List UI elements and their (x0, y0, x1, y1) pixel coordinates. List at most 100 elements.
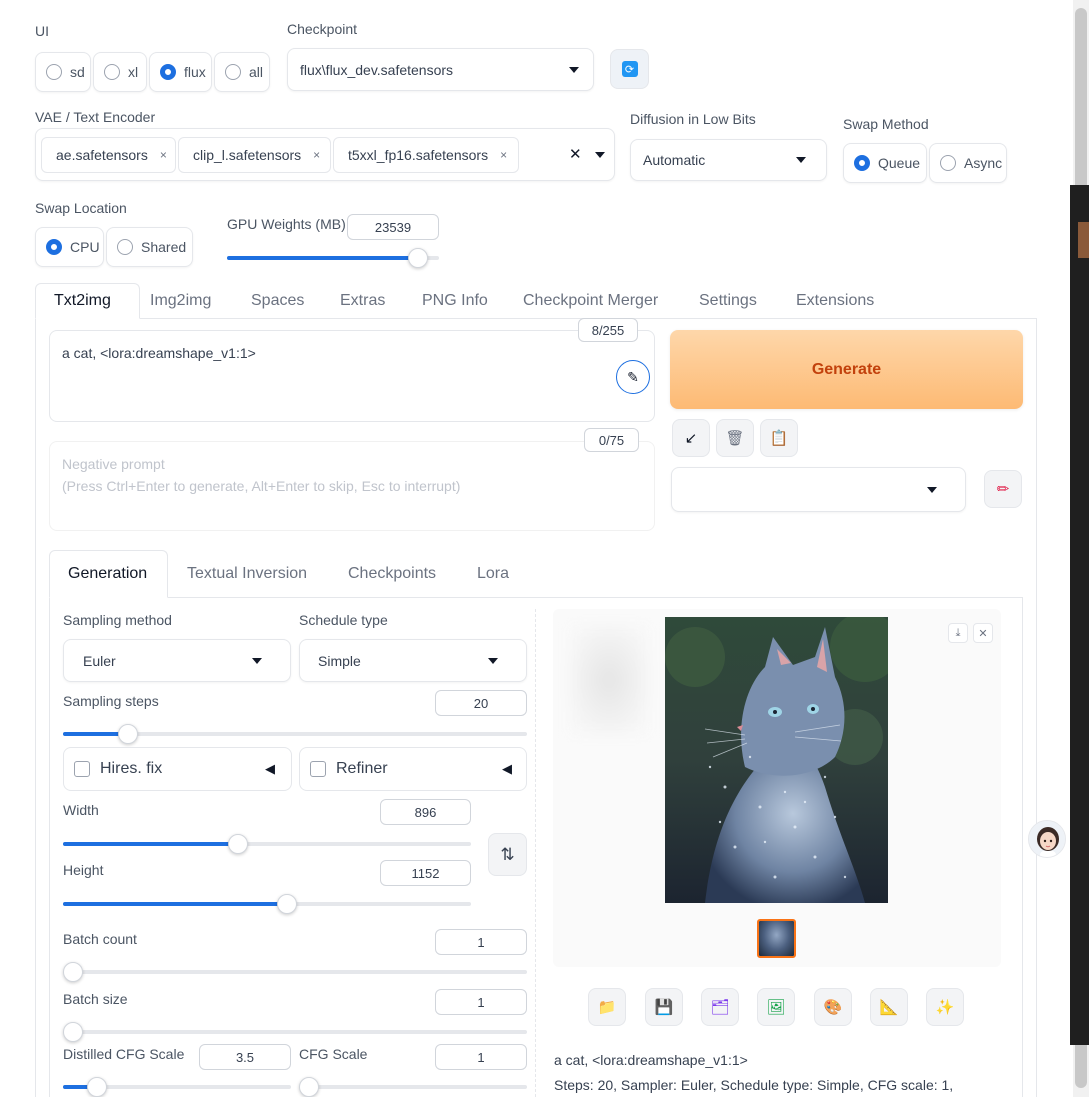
open-folder-button[interactable]: 📁 (588, 988, 626, 1026)
output-image[interactable] (665, 617, 888, 903)
cfg-scale-slider[interactable] (299, 1077, 527, 1097)
negative-prompt-placeholder: Negative prompt (62, 456, 165, 472)
height-input[interactable]: 1152 (380, 860, 471, 886)
save-button[interactable]: 💾 (645, 988, 683, 1026)
magic-wand-icon[interactable]: ✎ (616, 360, 650, 394)
refiner-checkbox[interactable] (310, 761, 326, 777)
paste-button[interactable]: 📋 (760, 419, 798, 457)
output-info-params: Steps: 20, Sampler: Euler, Schedule type… (554, 1077, 954, 1093)
tab-extensions[interactable]: Extensions (796, 292, 874, 310)
ui-option-flux[interactable]: flux (149, 52, 212, 92)
close-icon[interactable]: × (313, 148, 320, 162)
gallery-thumbnail[interactable] (757, 919, 796, 958)
send-to-inpaint-button[interactable]: 🎨 (814, 988, 852, 1026)
tab-settings[interactable]: Settings (699, 292, 757, 310)
hires-fix-checkbox[interactable] (74, 761, 90, 777)
sampling-steps-input[interactable]: 20 (435, 690, 527, 716)
schedule-type-dropdown[interactable]: Simple (299, 639, 527, 682)
distilled-cfg-slider-thumb[interactable] (87, 1077, 107, 1097)
ui-option-all[interactable]: all (214, 52, 270, 92)
save-zip-button[interactable]: 🗂 (701, 988, 739, 1026)
tab-extras[interactable]: Extras (340, 292, 385, 310)
swap-dimensions-button[interactable]: ⇅ (488, 833, 527, 876)
ui-option-xl[interactable]: xl (93, 52, 147, 92)
image-icon: 🖼 (766, 998, 786, 1016)
tab-checkpoint-merger[interactable]: Checkpoint Merger (523, 292, 658, 310)
width-input[interactable]: 896 (380, 799, 471, 825)
batch-size-input[interactable]: 1 (435, 989, 527, 1015)
diffusion-low-bits-dropdown[interactable]: Automatic (630, 139, 827, 181)
tab-checkpoints[interactable]: Checkpoints (348, 565, 436, 583)
tab-img2img[interactable]: Img2img (150, 292, 211, 310)
gpu-weights-slider-thumb[interactable] (408, 248, 428, 268)
archive-icon: 🗂 (710, 998, 730, 1016)
swap-method-option-queue[interactable]: Queue (843, 143, 927, 183)
tab-png-info[interactable]: PNG Info (422, 292, 488, 310)
sampling-method-dropdown[interactable]: Euler (63, 639, 291, 682)
refresh-icon: ⟳ (621, 61, 638, 77)
gpu-weights-slider[interactable] (227, 248, 439, 268)
prompt-token-counter: 8/255 (578, 318, 638, 342)
send-to-img2img-button[interactable]: 🖼 (757, 988, 795, 1026)
gpu-weights-input[interactable]: 23539 (347, 214, 439, 240)
read-params-button[interactable]: ↙ (672, 419, 710, 457)
close-icon[interactable]: × (500, 148, 507, 162)
tab-textual-inversion[interactable]: Textual Inversion (187, 565, 307, 583)
collapse-arrow-icon[interactable]: ◀ (265, 761, 275, 777)
send-to-extras-button[interactable]: 📐 (870, 988, 908, 1026)
batch-size-slider[interactable] (63, 1022, 527, 1042)
close-icon[interactable]: × (160, 148, 167, 162)
ui-option-sd[interactable]: sd (35, 52, 91, 92)
height-slider-thumb[interactable] (277, 894, 297, 914)
styles-dropdown[interactable] (671, 467, 966, 512)
batch-count-slider-thumb[interactable] (63, 962, 83, 982)
ui-option-label: all (249, 64, 264, 80)
negative-prompt-token-counter: 0/75 (584, 428, 639, 452)
cfg-scale-label: CFG Scale (299, 1046, 368, 1062)
tab-spaces[interactable]: Spaces (251, 292, 304, 310)
radio-selected-icon (160, 64, 176, 80)
distilled-cfg-slider[interactable] (63, 1077, 291, 1097)
cfg-scale-slider-thumb[interactable] (299, 1077, 319, 1097)
prompt-textarea[interactable]: a cat, <lora:dreamshape_v1:1> (49, 330, 655, 422)
chevron-down-icon[interactable] (595, 152, 605, 158)
swap-method-option-async[interactable]: Async (929, 143, 1007, 183)
diffusion-low-bits-label: Diffusion in Low Bits (630, 111, 756, 127)
vae-chip[interactable]: clip_l.safetensors × (178, 137, 331, 173)
hires-fix-accordion[interactable]: Hires. fix ◀ (63, 747, 292, 791)
negative-prompt-textarea[interactable]: Negative prompt (Press Ctrl+Enter to gen… (49, 441, 655, 531)
collapse-arrow-icon[interactable]: ◀ (502, 761, 512, 777)
width-slider-thumb[interactable] (228, 834, 248, 854)
vae-chip[interactable]: ae.safetensors × (41, 137, 176, 173)
checkpoint-dropdown[interactable]: flux\flux_dev.safetensors (287, 48, 594, 91)
generate-button[interactable]: Generate (670, 330, 1023, 409)
swap-location-option-cpu[interactable]: CPU (35, 227, 104, 267)
avatar-icon (1029, 821, 1065, 857)
vae-chip[interactable]: t5xxl_fp16.safetensors × (333, 137, 519, 173)
clear-prompt-button[interactable]: 🗑 (716, 419, 754, 457)
sampling-steps-slider[interactable] (63, 724, 527, 744)
swap-location-option-shared[interactable]: Shared (106, 227, 193, 267)
width-slider[interactable] (63, 834, 471, 854)
batch-count-input[interactable]: 1 (435, 929, 527, 955)
clear-all-icon[interactable]: ✕ (569, 145, 582, 163)
tab-generation[interactable]: Generation (68, 565, 147, 583)
sampling-steps-slider-thumb[interactable] (118, 724, 138, 744)
refresh-checkpoint-button[interactable]: ⟳ (610, 49, 649, 89)
upscale-button[interactable]: ✨ (926, 988, 964, 1026)
tab-lora[interactable]: Lora (477, 565, 509, 583)
distilled-cfg-input[interactable]: 3.5 (199, 1044, 291, 1070)
cfg-scale-input[interactable]: 1 (435, 1044, 527, 1070)
height-slider[interactable] (63, 894, 471, 914)
close-icon[interactable]: ✕ (973, 623, 993, 643)
refiner-accordion[interactable]: Refiner ◀ (299, 747, 527, 791)
height-label: Height (63, 862, 104, 878)
clipboard-icon: 📋 (769, 429, 789, 447)
download-icon[interactable]: ⤓ (948, 623, 968, 643)
edit-styles-button[interactable]: ✏ (984, 470, 1022, 508)
tab-txt2img[interactable]: Txt2img (54, 292, 111, 310)
batch-size-slider-thumb[interactable] (63, 1022, 83, 1042)
batch-count-slider[interactable] (63, 962, 527, 982)
assistant-avatar[interactable] (1028, 820, 1066, 858)
thumbnail-image (759, 921, 794, 956)
